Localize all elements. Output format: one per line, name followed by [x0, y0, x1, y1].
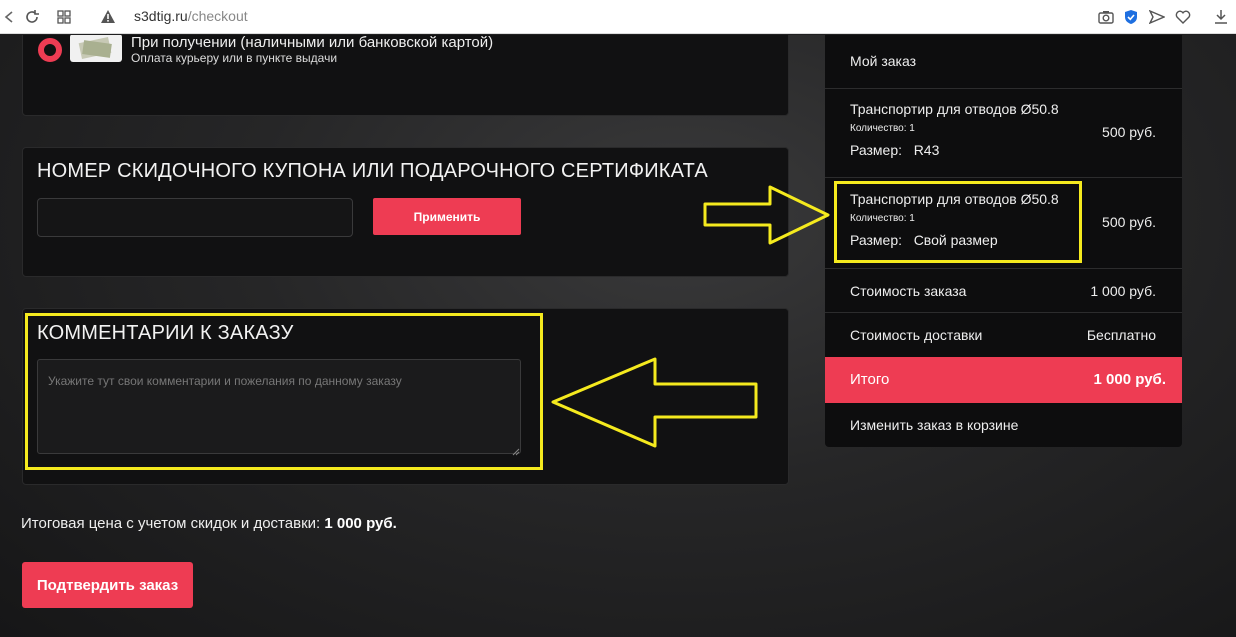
- reload-icon[interactable]: [22, 7, 42, 27]
- heart-icon[interactable]: [1173, 7, 1193, 27]
- address-bar[interactable]: s3dtig.ru/checkout: [134, 8, 248, 24]
- warning-icon[interactable]: [98, 7, 118, 27]
- url-path: /checkout: [187, 8, 248, 24]
- back-icon[interactable]: [0, 7, 20, 27]
- checkout-page: При получении (наличными или банковской …: [0, 35, 1236, 637]
- download-icon[interactable]: [1211, 7, 1231, 27]
- shield-icon[interactable]: [1121, 7, 1141, 27]
- send-icon[interactable]: [1147, 7, 1167, 27]
- url-host: s3dtig.ru: [134, 8, 188, 24]
- camera-icon[interactable]: [1096, 7, 1116, 27]
- arrow-left-icon: [551, 357, 758, 448]
- tabs-grid-icon[interactable]: [54, 7, 74, 27]
- browser-toolbar: s3dtig.ru/checkout: [0, 0, 1236, 34]
